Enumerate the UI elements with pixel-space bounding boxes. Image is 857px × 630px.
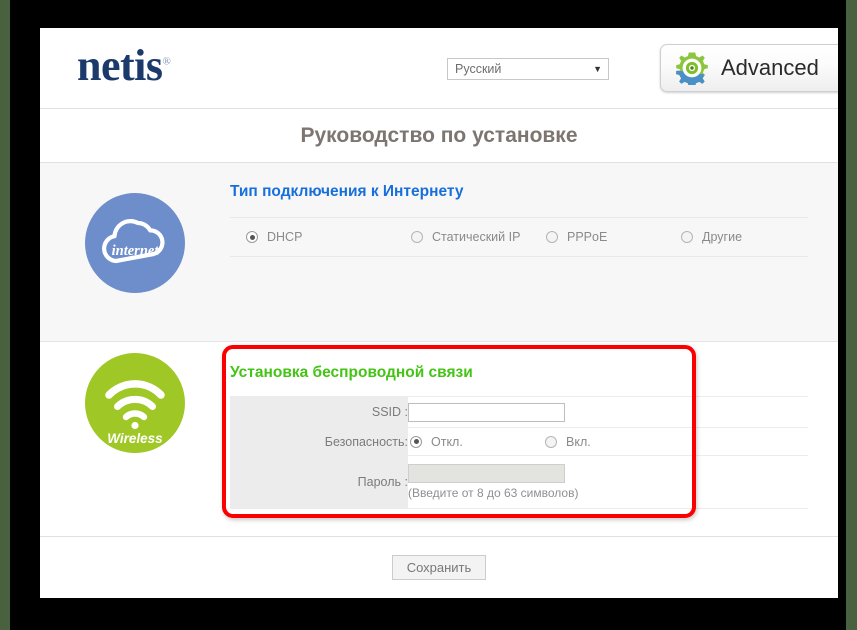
radio-option-security-off[interactable]: Откл. bbox=[410, 435, 545, 449]
wireless-section-heading: Установка беспроводной связи bbox=[230, 364, 473, 381]
svg-text:internet: internet bbox=[112, 243, 160, 259]
netis-logo: netis® bbox=[77, 41, 171, 90]
security-value-cell: Откл. Вкл. bbox=[408, 427, 808, 456]
save-button[interactable]: Сохранить bbox=[391, 554, 487, 580]
advanced-button[interactable]: Advanced bbox=[660, 44, 838, 92]
table-row: Безопасность: Откл. Вкл. bbox=[230, 427, 808, 456]
connection-type-radio-group: DHCP Статический IP PPPoE Другие bbox=[230, 230, 808, 244]
radio-button-icon bbox=[545, 435, 557, 448]
radio-button-icon bbox=[411, 231, 423, 243]
page-footer: Сохранить bbox=[40, 537, 838, 597]
wireless-settings-table: SSID : Безопасность: Откл. Вкл. Пароль:… bbox=[230, 396, 808, 509]
radio-option-label: Статический IP bbox=[432, 230, 521, 244]
ssid-input[interactable] bbox=[408, 402, 565, 422]
internet-section-heading: Тип подключения к Интернету bbox=[230, 183, 464, 200]
internet-form-column: Тип подключения к Интернету DHCP Статиче… bbox=[230, 163, 838, 341]
wireless-wifi-icon: Wireless bbox=[85, 353, 185, 453]
radio-option-label: Вкл. bbox=[566, 434, 591, 449]
router-setup-page: netis® Русский ▼ Advanced Руководство по… bbox=[40, 28, 838, 598]
chevron-down-icon: ▼ bbox=[593, 64, 602, 74]
internet-connection-section: internet Тип подключения к Интернету DHC… bbox=[40, 163, 838, 342]
wireless-icon-column: Wireless bbox=[40, 342, 230, 536]
internet-cloud-icon: internet bbox=[85, 193, 185, 293]
wireless-form-column: Установка беспроводной связи SSID : Безо… bbox=[230, 342, 838, 536]
radio-button-icon bbox=[681, 231, 693, 243]
page-title-bar: Руководство по установке bbox=[40, 109, 838, 163]
table-row: Пароль : (Введите от 8 до 63 символов) bbox=[230, 455, 808, 509]
radio-button-icon bbox=[546, 231, 558, 243]
registered-trademark-mark: ® bbox=[162, 55, 171, 68]
radio-button-icon bbox=[410, 435, 422, 448]
radio-button-icon bbox=[246, 231, 258, 243]
radio-option-static-ip[interactable]: Статический IP bbox=[411, 230, 546, 244]
radio-option-label: Другие bbox=[702, 230, 743, 244]
page-header: netis® Русский ▼ Advanced bbox=[40, 28, 838, 109]
table-row: DHCP Статический IP PPPoE Другие bbox=[230, 217, 808, 257]
page-title: Руководство по установке bbox=[300, 123, 578, 147]
radio-option-label: PPPoE bbox=[567, 230, 608, 244]
gear-icon bbox=[675, 51, 709, 87]
wireless-setup-section: Wireless Установка беспроводной связи SS… bbox=[40, 342, 838, 537]
ssid-value-cell bbox=[408, 396, 808, 428]
radio-option-label: Откл. bbox=[431, 434, 463, 449]
radio-option-security-on[interactable]: Вкл. bbox=[545, 435, 591, 449]
password-hint: (Введите от 8 до 63 символов) bbox=[408, 486, 579, 500]
browser-window-frame: netis® Русский ▼ Advanced Руководство по… bbox=[10, 0, 846, 630]
password-input[interactable] bbox=[408, 464, 565, 483]
language-select[interactable]: Русский ▼ bbox=[447, 58, 609, 80]
internet-options-table: DHCP Статический IP PPPoE Другие bbox=[230, 217, 808, 257]
password-label: Пароль : bbox=[230, 455, 408, 509]
language-select-value: Русский bbox=[455, 62, 502, 76]
table-row: SSID : bbox=[230, 396, 808, 428]
svg-text:Wireless: Wireless bbox=[107, 431, 163, 446]
security-label: Безопасность: bbox=[230, 427, 408, 456]
advanced-button-label: Advanced bbox=[721, 55, 819, 80]
radio-option-label: DHCP bbox=[267, 230, 303, 244]
internet-icon-column: internet bbox=[40, 163, 230, 341]
radio-option-dhcp[interactable]: DHCP bbox=[246, 230, 411, 244]
ssid-label: SSID : bbox=[230, 396, 408, 428]
connection-type-cell: DHCP Статический IP PPPoE Другие bbox=[230, 217, 808, 257]
password-value-cell: (Введите от 8 до 63 символов) bbox=[408, 455, 808, 509]
netis-logo-text: netis bbox=[77, 41, 163, 90]
security-radio-group: Откл. Вкл. bbox=[408, 435, 808, 449]
radio-option-other[interactable]: Другие bbox=[681, 230, 742, 244]
radio-option-pppoe[interactable]: PPPoE bbox=[546, 230, 681, 244]
